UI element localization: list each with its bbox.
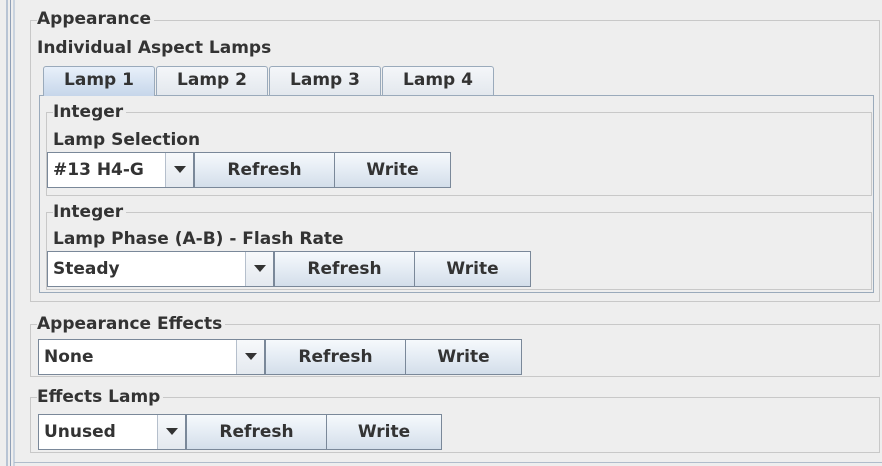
appearance-effects-write-button[interactable]: Write: [405, 339, 522, 375]
lamp-selection-group-title: Integer: [53, 102, 127, 122]
tab-lamp-4-label: Lamp 4: [403, 70, 473, 90]
tab-lamp-2-label: Lamp 2: [177, 70, 247, 90]
lamp-selection-dropdown-button[interactable]: [165, 153, 193, 187]
tab-lamp-2[interactable]: Lamp 2: [156, 66, 268, 95]
left-border-shadow: [13, 0, 15, 466]
programmer-pane: Appearance Individual Aspect Lamps Lamp …: [0, 0, 882, 466]
chevron-down-icon: [254, 265, 266, 272]
left-border: [6, 0, 8, 466]
appearance-group-title: Appearance: [37, 9, 155, 29]
tab-lamp-3-label: Lamp 3: [290, 70, 360, 90]
tab-lamp-1-label: Lamp 1: [64, 70, 134, 90]
effects-lamp-value: Unused: [44, 422, 116, 442]
lamp-phase-combo[interactable]: Steady: [47, 251, 274, 287]
effects-lamp-combo[interactable]: Unused: [38, 414, 186, 450]
bottom-border: [14, 462, 882, 463]
lamp-phase-refresh-button[interactable]: Refresh: [274, 251, 415, 287]
tab-lamp-1[interactable]: Lamp 1: [43, 66, 155, 96]
left-border-inner: [10, 0, 11, 466]
effects-lamp-title: Effects Lamp: [37, 387, 164, 407]
appearance-effects-title: Appearance Effects: [37, 314, 226, 334]
lamp-selection-refresh-button[interactable]: Refresh: [194, 152, 335, 188]
appearance-effects-value: None: [44, 347, 94, 367]
chevron-down-icon: [174, 166, 186, 173]
effects-lamp-refresh-button[interactable]: Refresh: [186, 414, 327, 450]
lamp-phase-dropdown-button[interactable]: [245, 252, 273, 286]
lamp-selection-value: #13 H4-G: [53, 160, 144, 180]
chevron-down-icon: [166, 428, 178, 435]
appearance-effects-refresh-button[interactable]: Refresh: [265, 339, 406, 375]
lamp-selection-label: Lamp Selection: [53, 130, 201, 150]
effects-lamp-write-button[interactable]: Write: [326, 414, 442, 450]
lamp-selection-write-button[interactable]: Write: [334, 152, 451, 188]
lamp-phase-label: Lamp Phase (A-B) - Flash Rate: [53, 229, 344, 249]
appearance-effects-dropdown-button[interactable]: [236, 340, 264, 374]
lamp-phase-write-button[interactable]: Write: [414, 251, 531, 287]
lamp-selection-combo[interactable]: #13 H4-G: [47, 152, 194, 188]
chevron-down-icon: [245, 353, 257, 360]
lamp-phase-value: Steady: [53, 259, 120, 279]
effects-lamp-dropdown-button[interactable]: [157, 415, 185, 449]
tab-lamp-4[interactable]: Lamp 4: [382, 66, 494, 95]
lamp-phase-group-title: Integer: [53, 202, 127, 222]
individual-aspect-lamps-label: Individual Aspect Lamps: [37, 38, 272, 58]
tab-lamp-3[interactable]: Lamp 3: [269, 66, 381, 95]
appearance-effects-combo[interactable]: None: [38, 339, 265, 375]
